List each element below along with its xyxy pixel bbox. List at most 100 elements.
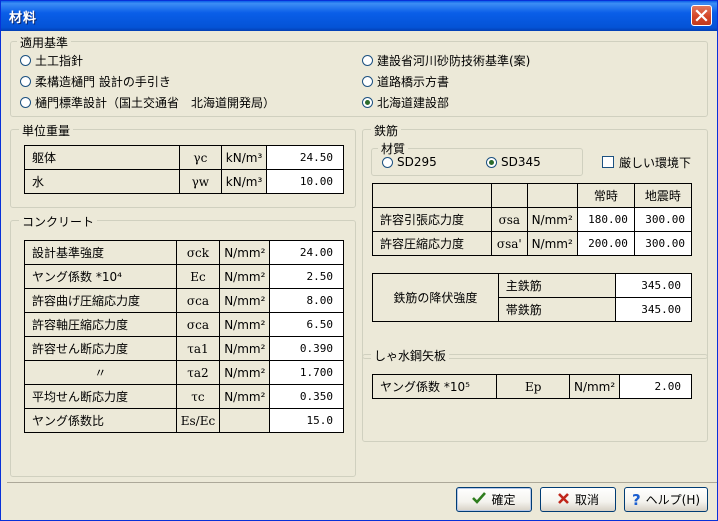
row-symbol: σsa': [491, 231, 528, 256]
value-input[interactable]: 0.350: [269, 384, 344, 409]
standard-option-label: 樋門標準設計（国土交通省 北海道開発局）: [35, 95, 276, 110]
harsh-environment-checkbox[interactable]: 厳しい環境下: [602, 154, 691, 170]
row-label: 許容軸圧縮応力度: [24, 312, 177, 337]
value-input[interactable]: 24.50: [266, 145, 344, 170]
row-unit: N/mm²: [568, 374, 621, 399]
row-unit: kN/m³: [220, 169, 268, 194]
materials-dialog: 材料 適用基準 土工指針 柔構造樋門 設計の手引き 樋門標準設計（国土交通省 北…: [0, 0, 718, 521]
row-label: 許容引張応力度: [371, 207, 493, 232]
row-label: ヤング係数 *10⁵: [371, 374, 498, 399]
row-label: 帯鉄筋: [497, 297, 617, 322]
row-unit: N/mm²: [219, 288, 271, 313]
row-symbol: σca: [175, 288, 221, 313]
table-header-row: 常時 地震時: [371, 183, 693, 208]
value-input-seismic[interactable]: 300.00: [633, 231, 693, 256]
row-symbol: σsa: [491, 207, 528, 232]
table-row: 許容引張応力度 σsa N/mm² 180.00 300.00: [371, 207, 693, 232]
close-button[interactable]: [691, 5, 712, 26]
harsh-environment-label: 厳しい環境下: [619, 155, 692, 170]
divider: [7, 482, 717, 483]
row-symbol: τc: [175, 384, 221, 409]
ok-button[interactable]: 確定: [456, 487, 532, 512]
standard-option-sluice-standard[interactable]: 樋門標準設計（国土交通省 北海道開発局）: [20, 94, 275, 110]
value-input-normal[interactable]: 200.00: [576, 231, 635, 256]
row-unit: N/mm²: [219, 240, 271, 265]
rebar-group-title: 鉄筋: [371, 122, 402, 139]
value-input-normal[interactable]: 180.00: [576, 207, 635, 232]
row-label: 許容せん断応力度: [24, 336, 177, 361]
row-unit: N/mm²: [219, 264, 271, 289]
table-row: 許容軸圧縮応力度 σca N/mm² 6.50: [24, 312, 344, 337]
column-header-normal: 常時: [576, 183, 635, 208]
checkmark-icon: [472, 491, 487, 508]
table-row: 鉄筋の降伏強度 主鉄筋 345.00: [372, 273, 692, 322]
value-input[interactable]: 24.00: [269, 240, 344, 265]
row-label: 許容曲げ圧縮応力度: [24, 288, 177, 313]
value-input[interactable]: 10.00: [266, 169, 344, 194]
table-row: 水 γw kN/m³ 10.00: [24, 169, 344, 194]
row-symbol: Ec: [175, 264, 221, 289]
material-option-sd345[interactable]: SD345: [486, 154, 541, 170]
rebar-stress-table: 常時 地震時 許容引張応力度 σsa N/mm² 180.00 300.00 許…: [371, 183, 693, 256]
row-unit: [219, 408, 271, 433]
row-unit: N/mm²: [219, 312, 271, 337]
row-symbol: σca: [175, 312, 221, 337]
row-symbol: σck: [175, 240, 221, 265]
value-input[interactable]: 2.50: [269, 264, 344, 289]
help-button-label: ヘルプ(H): [645, 493, 701, 507]
row-label: ヤング係数 *10⁴: [24, 264, 177, 289]
concrete-group-title: コンクリート: [19, 213, 98, 230]
standard-option-label: 土工指針: [35, 53, 84, 68]
row-symbol: γc: [178, 145, 222, 170]
title-bar[interactable]: 材料: [1, 1, 717, 31]
value-input[interactable]: 345.00: [615, 273, 692, 298]
header-blank: [491, 183, 528, 208]
radio-indicator-selected: [486, 156, 497, 168]
value-input[interactable]: 1.700: [269, 360, 344, 385]
ok-button-label: 確定: [491, 493, 516, 507]
header-blank: [371, 183, 493, 208]
radio-indicator: [362, 54, 373, 66]
checkbox-box: [602, 156, 614, 168]
rebar-yield-table: 鉄筋の降伏強度 主鉄筋 345.00 帯鉄筋 345.00: [372, 273, 692, 322]
table-row: ヤング係数 *10⁵ Ep N/mm² 2.00: [371, 374, 692, 399]
standard-option-doko[interactable]: 土工指針: [20, 52, 83, 68]
sheet-pile-table: ヤング係数 *10⁵ Ep N/mm² 2.00: [371, 374, 692, 399]
unit-weight-group-title: 単位重量: [19, 122, 74, 139]
value-input[interactable]: 6.50: [269, 312, 344, 337]
window-title: 材料: [9, 11, 38, 26]
radio-indicator-selected: [362, 96, 373, 108]
standard-option-flexible-sluice[interactable]: 柔構造樋門 設計の手引き: [20, 73, 171, 89]
row-label: ヤング係数比: [24, 408, 177, 433]
unit-weight-table: 躯体 γc kN/m³ 24.50 水 γw kN/m³ 10.00: [24, 145, 344, 194]
value-input[interactable]: 345.00: [615, 297, 692, 322]
material-option-sd295[interactable]: SD295: [382, 154, 437, 170]
value-input[interactable]: 2.00: [619, 374, 692, 399]
value-input[interactable]: 8.00: [269, 288, 344, 313]
column-header-seismic: 地震時: [633, 183, 693, 208]
standard-option-label: 建設省河川砂防技術基準(案): [377, 53, 531, 68]
value-input[interactable]: 0.390: [269, 336, 344, 361]
cancel-button[interactable]: 取消: [540, 487, 616, 512]
row-label: 〃: [24, 360, 177, 385]
value-input-seismic[interactable]: 300.00: [633, 207, 693, 232]
table-row: 平均せん断応力度 τc N/mm² 0.350: [24, 384, 344, 409]
row-unit: kN/m³: [220, 145, 268, 170]
row-symbol: Es/Ec: [175, 408, 221, 433]
standard-option-hokkaido[interactable]: 北海道建設部: [362, 94, 449, 110]
table-row: 設計基準強度 σck N/mm² 24.00: [24, 240, 344, 265]
cancel-button-label: 取消: [574, 493, 599, 507]
dialog-body: 適用基準 土工指針 柔構造樋門 設計の手引き 樋門標準設計（国土交通省 北海道開…: [4, 31, 717, 519]
row-label: 設計基準強度: [24, 240, 177, 265]
row-unit: N/mm²: [219, 384, 271, 409]
material-option-label: SD345: [501, 155, 541, 169]
row-unit: N/mm²: [526, 207, 578, 232]
row-symbol: τa1: [175, 336, 221, 361]
row-symbol: γw: [178, 169, 222, 194]
standard-option-river-sabo[interactable]: 建設省河川砂防技術基準(案): [362, 52, 530, 68]
header-blank: [526, 183, 578, 208]
value-input[interactable]: 15.0: [269, 408, 344, 433]
standard-option-road-bridge[interactable]: 道路橋示方書: [362, 73, 449, 89]
help-button[interactable]: ? ヘルプ(H): [624, 487, 708, 512]
table-row: ヤング係数比 Es/Ec 15.0: [24, 408, 344, 433]
